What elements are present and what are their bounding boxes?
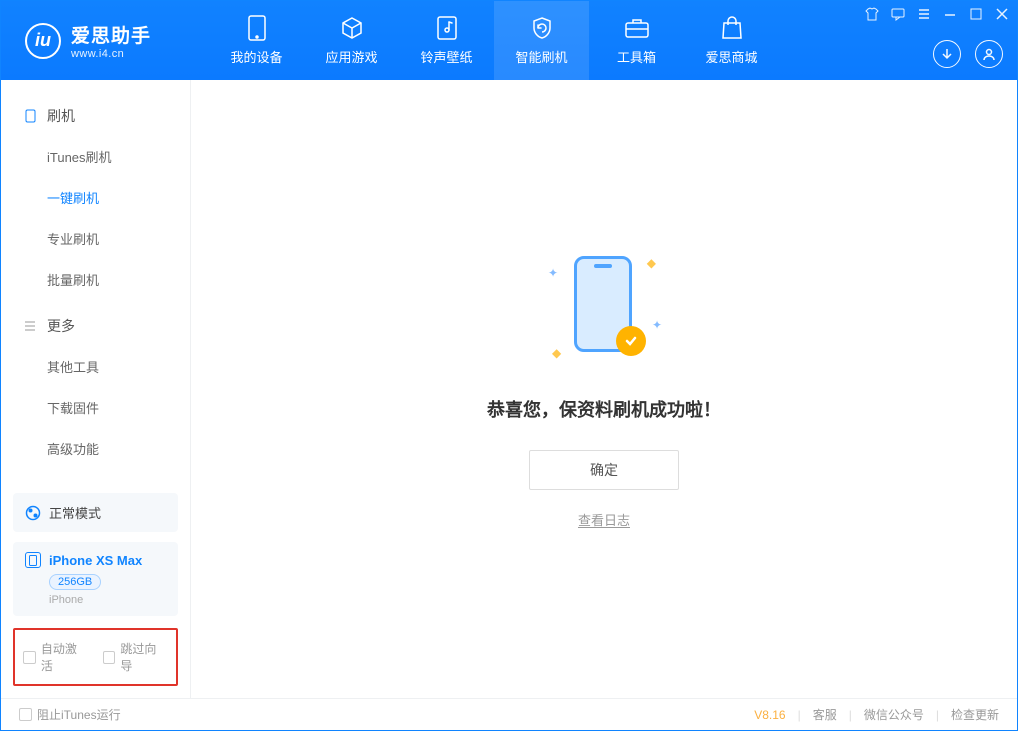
nav-label: 智能刷机 — [515, 47, 567, 66]
menu-icon[interactable] — [915, 5, 933, 23]
main: ✦◆◆✦ 恭喜您，保资料刷机成功啦！ 确定 查看日志 — [191, 80, 1017, 698]
wechat-link[interactable]: 微信公众号 — [864, 706, 924, 723]
minimize-icon[interactable] — [941, 5, 959, 23]
tshirt-icon[interactable] — [863, 5, 881, 23]
app-title: 爱思助手 — [71, 21, 151, 48]
nav-ringtone[interactable]: 铃声壁纸 — [399, 1, 494, 80]
support-link[interactable]: 客服 — [813, 706, 837, 723]
window-controls — [863, 5, 1011, 23]
highlighted-options: 自动激活 跳过向导 — [13, 628, 178, 686]
close-icon[interactable] — [993, 5, 1011, 23]
check-update-link[interactable]: 检查更新 — [951, 706, 999, 723]
music-file-icon — [434, 15, 460, 41]
success-message: 恭喜您，保资料刷机成功啦！ — [487, 396, 721, 422]
list-small-icon — [23, 319, 37, 333]
maximize-icon[interactable] — [967, 5, 985, 23]
success-illustration: ✦◆◆✦ — [544, 250, 664, 370]
device-mode[interactable]: 正常模式 — [13, 493, 178, 532]
device-capacity: 256GB — [49, 574, 101, 590]
device-name: iPhone XS Max — [49, 553, 142, 568]
version-label[interactable]: V8.16 — [754, 708, 785, 722]
nav-label: 我的设备 — [230, 47, 282, 66]
user-icon[interactable] — [975, 40, 1003, 68]
sidebar-section-more: 更多 — [1, 306, 190, 346]
sidebar-item-advanced[interactable]: 高级功能 — [1, 428, 190, 469]
download-icon[interactable] — [933, 40, 961, 68]
cube-icon — [339, 15, 365, 41]
refresh-shield-icon — [529, 15, 555, 41]
sidebar-section-flash: 刷机 — [1, 96, 190, 136]
sidebar-item-onekey-flash[interactable]: 一键刷机 — [1, 177, 190, 218]
nav-tools[interactable]: 工具箱 — [589, 1, 684, 80]
toolbox-icon — [624, 15, 650, 41]
device-phone-icon — [25, 552, 41, 568]
sidebar-item-itunes-flash[interactable]: iTunes刷机 — [1, 136, 190, 177]
feedback-icon[interactable] — [889, 5, 907, 23]
nav-apps[interactable]: 应用游戏 — [304, 1, 399, 80]
nav-store[interactable]: 爱思商城 — [684, 1, 779, 80]
header-right — [933, 40, 1003, 68]
device-type: iPhone — [49, 594, 166, 606]
block-itunes-checkbox[interactable]: 阻止iTunes运行 — [19, 706, 121, 723]
nav-device[interactable]: 我的设备 — [209, 1, 304, 80]
ok-button[interactable]: 确定 — [529, 450, 679, 490]
skip-guide-checkbox[interactable]: 跳过向导 — [103, 640, 169, 674]
device-card[interactable]: iPhone XS Max 256GB iPhone — [13, 542, 178, 616]
phone-icon — [244, 15, 270, 41]
mode-icon — [25, 505, 41, 521]
body: 刷机 iTunes刷机 一键刷机 专业刷机 批量刷机 更多 其他工具 下载固件 … — [1, 80, 1017, 698]
nav-label: 爱思商城 — [705, 47, 757, 66]
bag-icon — [719, 15, 745, 41]
auto-activate-checkbox[interactable]: 自动激活 — [23, 640, 89, 674]
sidebar-item-batch-flash[interactable]: 批量刷机 — [1, 259, 190, 300]
sidebar-item-pro-flash[interactable]: 专业刷机 — [1, 218, 190, 259]
sidebar-item-other-tools[interactable]: 其他工具 — [1, 346, 190, 387]
logo-icon: iu — [25, 23, 61, 59]
nav-label: 工具箱 — [617, 47, 656, 66]
app-subtitle: www.i4.cn — [71, 48, 151, 60]
nav-flash[interactable]: 智能刷机 — [494, 1, 589, 80]
sidebar: 刷机 iTunes刷机 一键刷机 专业刷机 批量刷机 更多 其他工具 下载固件 … — [1, 80, 191, 698]
header: iu 爱思助手 www.i4.cn 我的设备 应用游戏 铃声壁纸 智能刷机 — [1, 1, 1017, 80]
sidebar-item-download-fw[interactable]: 下载固件 — [1, 387, 190, 428]
nav: 我的设备 应用游戏 铃声壁纸 智能刷机 工具箱 爱思商城 — [209, 1, 779, 80]
checkmark-icon — [616, 326, 646, 356]
mode-label: 正常模式 — [49, 503, 101, 522]
nav-label: 应用游戏 — [325, 47, 377, 66]
phone-small-icon — [23, 109, 37, 123]
footer: 阻止iTunes运行 V8.16 | 客服 | 微信公众号 | 检查更新 — [1, 698, 1017, 730]
nav-label: 铃声壁纸 — [420, 47, 472, 66]
view-log-link[interactable]: 查看日志 — [578, 510, 630, 529]
app-window: iu 爱思助手 www.i4.cn 我的设备 应用游戏 铃声壁纸 智能刷机 — [0, 0, 1018, 731]
logo: iu 爱思助手 www.i4.cn — [1, 21, 209, 60]
